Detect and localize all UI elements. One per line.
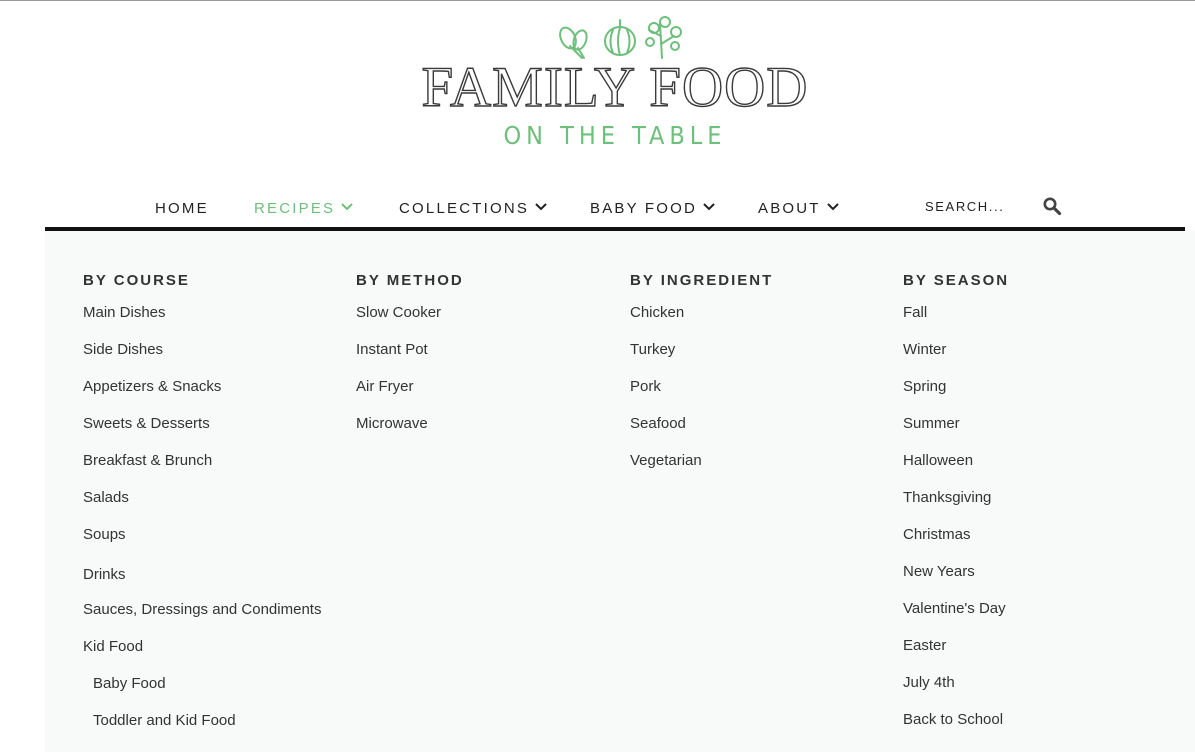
menu-link[interactable]: Appetizers & Snacks <box>83 368 321 405</box>
column-heading: BY INGREDIENT <box>630 272 774 289</box>
menu-link[interactable]: Back to School <box>903 701 1009 738</box>
nav-collections[interactable]: COLLECTIONS <box>399 200 547 217</box>
menu-link[interactable]: New Years <box>903 553 1009 590</box>
column-heading: BY SEASON <box>903 272 1010 289</box>
menu-column-ingredient: BY INGREDIENT Chicken Turkey Pork Seafoo… <box>630 269 773 485</box>
menu-link[interactable]: Summer <box>903 405 1009 442</box>
chevron-down-icon <box>535 203 547 211</box>
top-border <box>0 0 1195 1</box>
menu-link[interactable]: Spring <box>903 368 1009 405</box>
column-heading: BY METHOD <box>356 272 464 289</box>
menu-link[interactable]: Seafood <box>630 405 773 442</box>
menu-link[interactable]: Pork <box>630 368 773 405</box>
nav-baby-food[interactable]: BABY FOOD <box>590 200 715 217</box>
menu-link[interactable]: Turkey <box>630 331 773 368</box>
menu-link[interactable]: Chicken <box>630 294 773 331</box>
menu-column-method: BY METHOD Slow Cooker Instant Pot Air Fr… <box>356 269 464 448</box>
menu-link[interactable]: Soups <box>83 516 321 553</box>
menu-link[interactable]: Kid Food <box>83 628 321 665</box>
nav-baby-food-label: BABY FOOD <box>590 200 698 217</box>
menu-column-season: BY SEASON Fall Winter Spring Summer Hall… <box>903 269 1009 744</box>
menu-link[interactable]: Breakfast & Brunch <box>83 442 321 479</box>
menu-link[interactable]: Air Fryer <box>356 368 464 405</box>
menu-column-course: BY COURSE Main Dishes Side Dishes Appeti… <box>83 269 321 745</box>
nav-recipes[interactable]: RECIPES <box>254 200 353 217</box>
menu-link[interactable]: Valentine's Day <box>903 590 1009 627</box>
menu-link[interactable]: Halloween <box>903 442 1009 479</box>
nav-home[interactable]: HOME <box>155 200 209 217</box>
menu-link[interactable]: Salads <box>83 479 321 516</box>
menu-link[interactable]: Thanksgiving <box>903 479 1009 516</box>
menu-link[interactable]: Easter <box>903 627 1009 664</box>
menu-link[interactable]: Winter <box>903 331 1009 368</box>
search-icon[interactable] <box>1042 196 1062 216</box>
nav-recipes-label: RECIPES <box>254 200 336 217</box>
recipes-mega-menu: BY COURSE Main Dishes Side Dishes Appeti… <box>45 231 1195 752</box>
nav-home-label: HOME <box>155 200 209 217</box>
chevron-down-icon <box>826 203 839 211</box>
nav-collections-label: COLLECTIONS <box>399 200 530 217</box>
menu-link[interactable]: Main Dishes <box>83 294 321 331</box>
menu-sublink[interactable]: Toddler and Kid Food <box>83 702 321 739</box>
chevron-down-icon <box>703 203 715 211</box>
menu-link[interactable]: Sauces, Dressings and Condiments <box>83 591 321 628</box>
menu-link[interactable]: July 4th <box>903 664 1009 701</box>
column-heading: BY COURSE <box>83 272 190 289</box>
menu-link[interactable]: Sweets & Desserts <box>83 405 321 442</box>
logo-subtitle: ON THE TABLE <box>503 121 727 150</box>
menu-link[interactable]: Vegetarian <box>630 442 773 479</box>
menu-link[interactable]: Microwave <box>356 405 464 442</box>
menu-link[interactable]: Christmas <box>903 516 1009 553</box>
chevron-down-icon <box>341 203 353 211</box>
menu-link[interactable]: Side Dishes <box>83 331 321 368</box>
main-navigation: HOME RECIPES COLLECTIONS BABY FOOD ABOUT <box>45 190 1185 228</box>
menu-sublink[interactable]: Baby Food <box>83 665 321 702</box>
menu-link[interactable]: Instant Pot <box>356 331 464 368</box>
nav-about[interactable]: ABOUT <box>758 200 839 217</box>
site-logo[interactable]: FAMILY FOOD ON THE TABLE <box>410 10 820 160</box>
menu-link[interactable]: Fall <box>903 294 1009 331</box>
vegetable-illustration-icon <box>559 16 682 59</box>
nav-about-label: ABOUT <box>758 200 821 217</box>
menu-link[interactable]: Slow Cooker <box>356 294 464 331</box>
menu-link[interactable]: Drinks <box>83 556 321 593</box>
search-input[interactable] <box>920 194 1040 218</box>
logo-title: FAMILY FOOD <box>421 55 809 119</box>
